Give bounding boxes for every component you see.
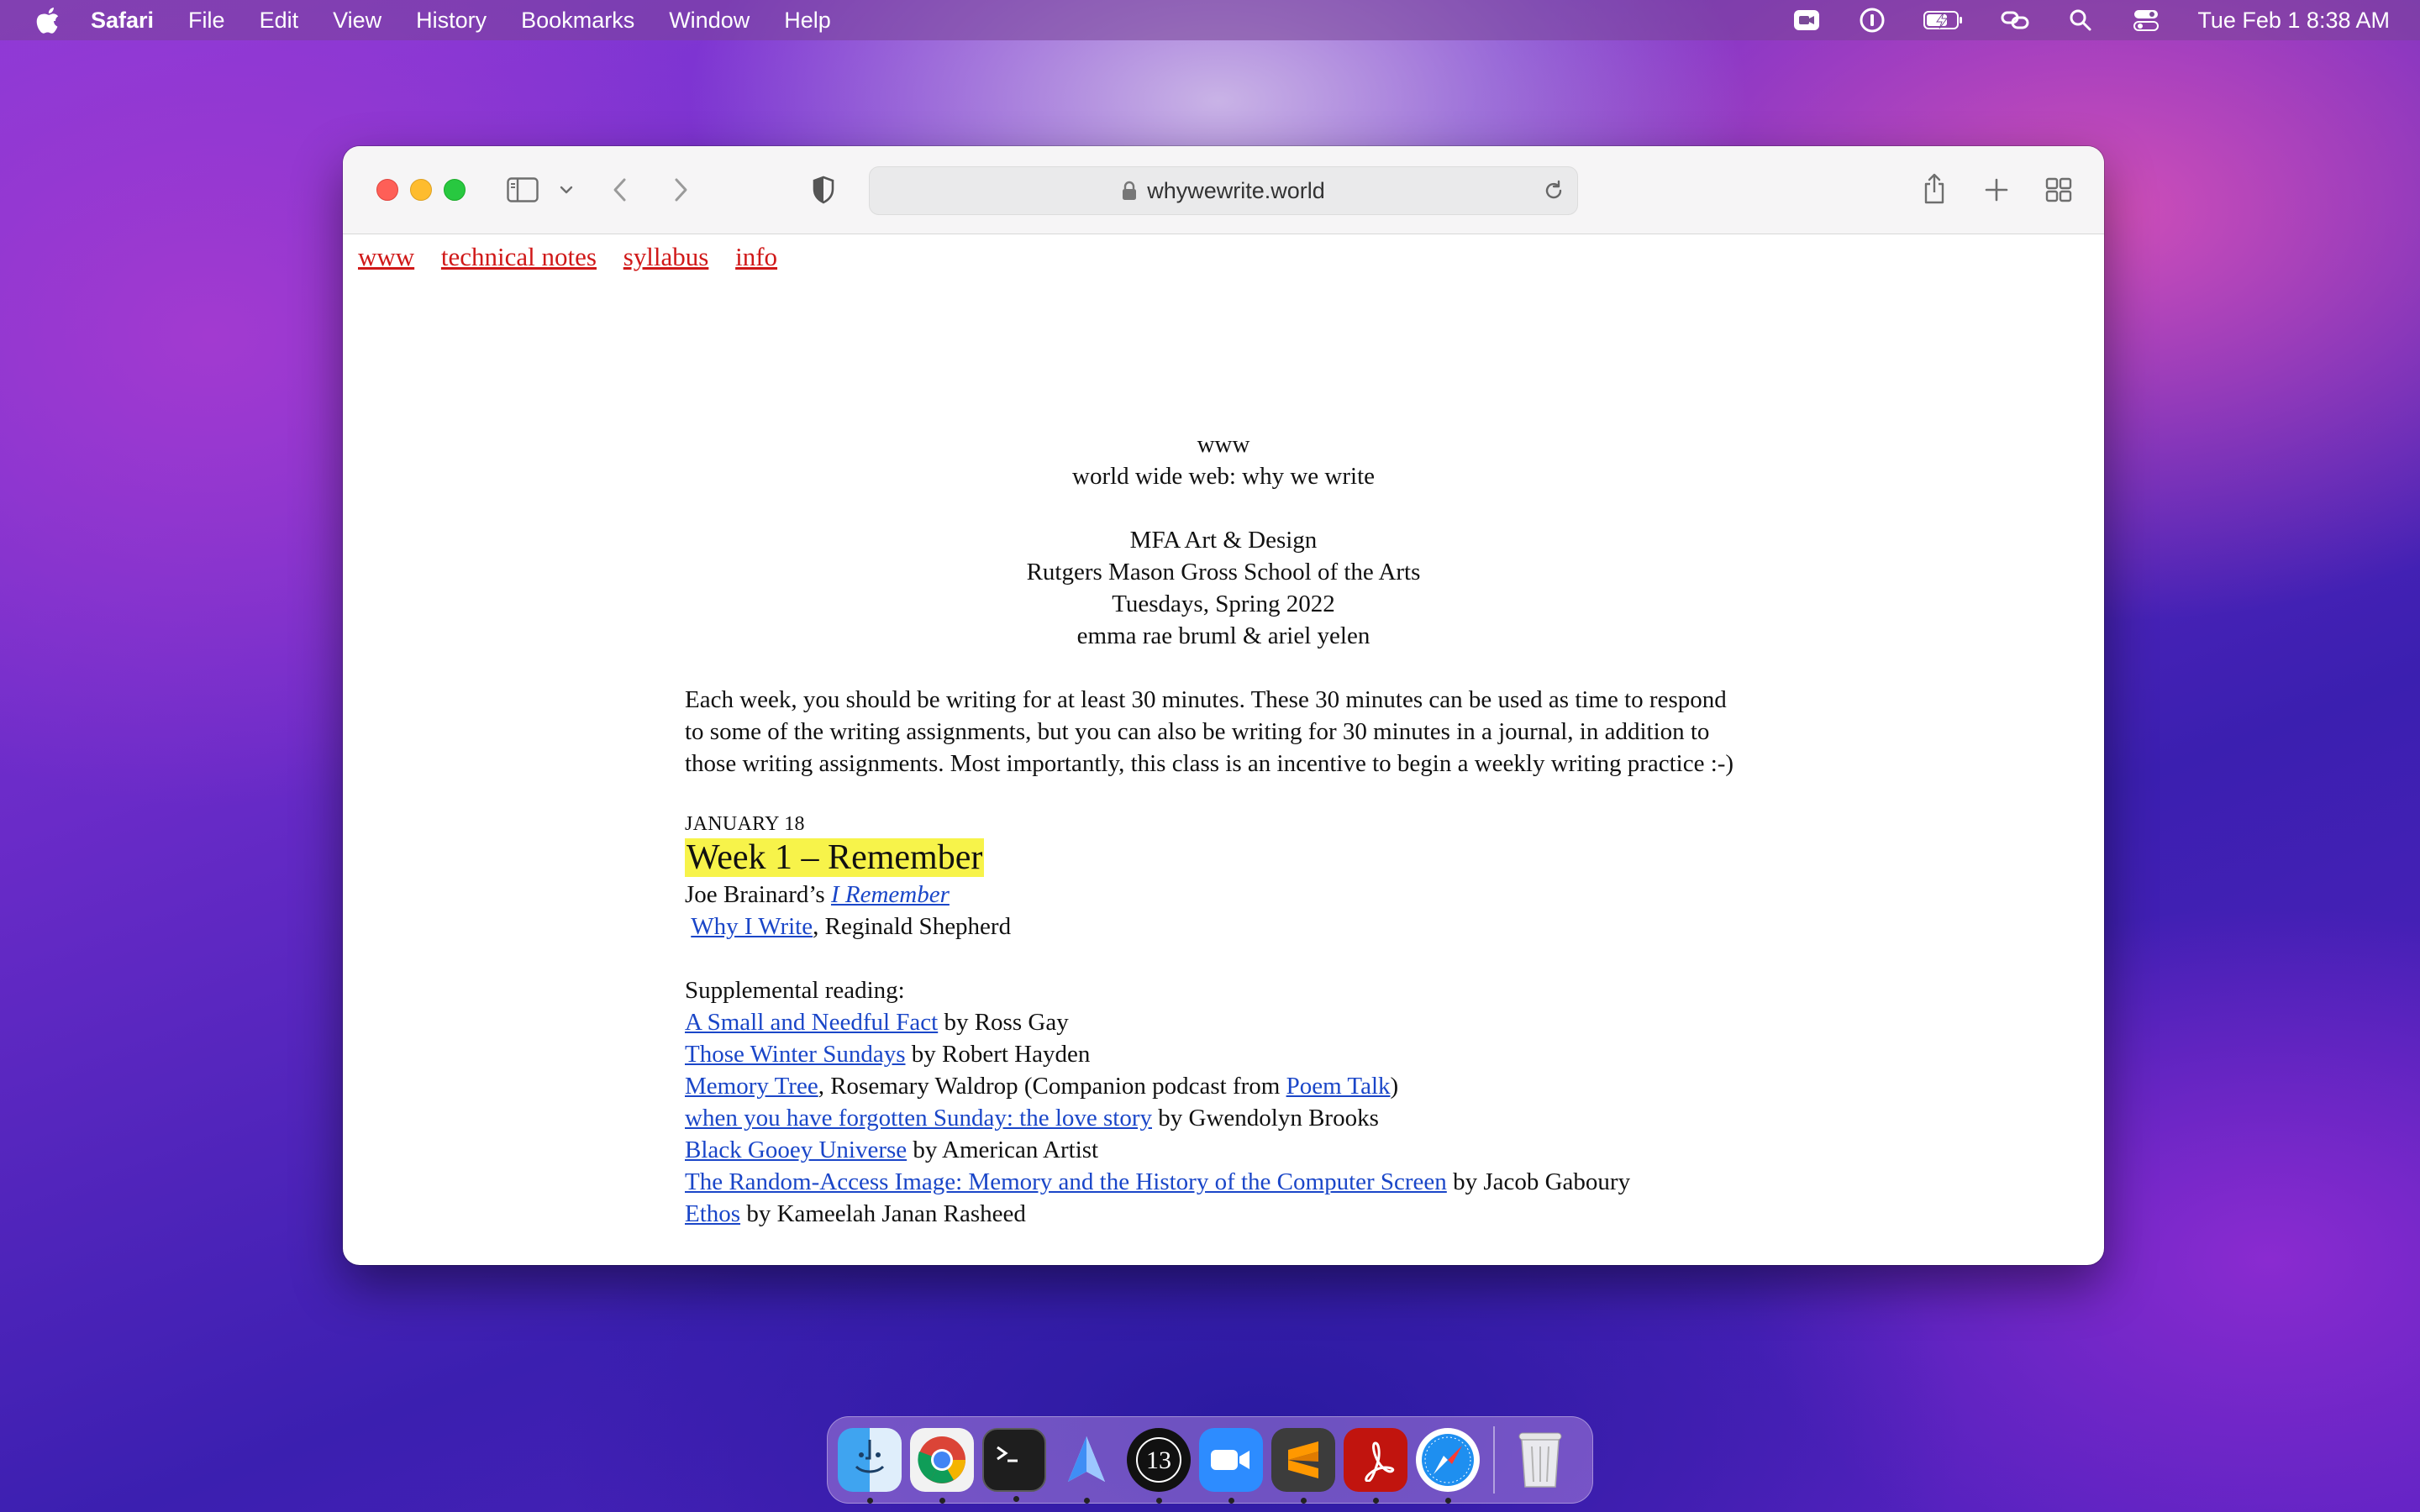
reading-item: Joe Brainard’s I Remember: [685, 879, 1744, 911]
supplemental-item: Ethos by Kameelah Janan Rasheed: [685, 1198, 1744, 1230]
browser-toolbar: whywewrite.world: [343, 146, 2104, 234]
web-page-content: www technical notes syllabus info www wo…: [343, 234, 2104, 1265]
new-tab-icon[interactable]: [1981, 175, 2012, 205]
menu-file[interactable]: File: [188, 8, 225, 34]
supplemental-link[interactable]: Black Gooey Universe: [685, 1137, 907, 1163]
supplemental-item: The Random-Access Image: Memory and the …: [685, 1166, 1744, 1198]
link-icon[interactable]: [2001, 8, 2029, 33]
supplemental-item: when you have forgotten Sunday: the love…: [685, 1102, 1744, 1134]
podcast-link[interactable]: Poem Talk: [1286, 1073, 1391, 1100]
forward-button[interactable]: [669, 175, 692, 205]
link-i-remember[interactable]: I Remember: [831, 881, 950, 908]
dock: 13: [827, 1416, 1593, 1504]
svg-text:13: 13: [1146, 1446, 1171, 1474]
supplemental-link[interactable]: Memory Tree: [685, 1073, 818, 1100]
terminal-icon[interactable]: [982, 1428, 1046, 1502]
menu-history[interactable]: History: [416, 8, 487, 34]
site-title: www: [1197, 431, 1250, 458]
schedule: Tuesdays, Spring 2022: [1112, 591, 1335, 617]
reading-prefix: Joe Brainard’s: [685, 881, 831, 908]
minimize-window-button[interactable]: [410, 179, 432, 201]
supplemental-author: by Jacob Gaboury: [1446, 1168, 1631, 1195]
chrome-icon[interactable]: [910, 1428, 974, 1504]
control-center-icon[interactable]: [2132, 8, 2160, 33]
menu-bookmarks[interactable]: Bookmarks: [521, 8, 634, 34]
close-window-button[interactable]: [376, 179, 398, 201]
nav-link-technical-notes[interactable]: technical notes: [441, 242, 597, 271]
supplemental-link[interactable]: Those Winter Sundays: [685, 1041, 906, 1068]
nav-link-syllabus[interactable]: syllabus: [623, 242, 709, 271]
zoom-icon[interactable]: [1199, 1428, 1263, 1504]
menu-clock[interactable]: Tue Feb 1 8:38 AM: [2197, 8, 2390, 34]
supplemental-link[interactable]: when you have forgotten Sunday: the love…: [685, 1105, 1152, 1131]
back-button[interactable]: [608, 175, 632, 205]
acrobat-icon[interactable]: [1344, 1428, 1407, 1504]
supplemental-author: by American Artist: [907, 1137, 1099, 1163]
reading-suffix: , Reginald Shepherd: [813, 913, 1012, 940]
reading-item: Why I Write, Reginald Shepherd: [685, 911, 1744, 942]
finder-icon[interactable]: [838, 1428, 902, 1504]
safari-window: whywewrite.world www technical notes syl…: [343, 146, 2104, 1265]
closing-paren: ): [1390, 1073, 1399, 1100]
supplemental-item: Those Winter Sundays by Robert Hayden: [685, 1038, 1744, 1070]
facetime-video-icon[interactable]: [1792, 8, 1821, 33]
sidebar-toggle-icon[interactable]: [506, 175, 539, 205]
site-nav: www technical notes syllabus info: [358, 242, 797, 272]
nav-link-www[interactable]: www: [358, 242, 414, 271]
course-header: www world wide web: why we write MFA Art…: [343, 428, 2104, 652]
school-name: Rutgers Mason Gross School of the Arts: [1026, 559, 1421, 585]
menu-app-name[interactable]: Safari: [91, 8, 154, 34]
week-title: Week 1 – Remember: [685, 838, 985, 877]
dock-separator: [1493, 1426, 1495, 1494]
url-text: whywewrite.world: [1147, 177, 1325, 203]
syllabus-content: Each week, you should be writing for at …: [685, 684, 1744, 1230]
spotlight-search-icon[interactable]: [2066, 8, 2095, 33]
battery-charging-icon[interactable]: [1923, 8, 1964, 33]
tab-overview-icon[interactable]: [2044, 175, 2074, 205]
zoom-window-button[interactable]: [444, 179, 466, 201]
reload-icon[interactable]: [1540, 177, 1567, 204]
menu-help[interactable]: Help: [784, 8, 831, 34]
week-heading: Week 1 – Remember: [685, 837, 1744, 879]
thirteen-icon[interactable]: 13: [1127, 1428, 1191, 1504]
supplemental-author: by Kameelah Janan Rasheed: [740, 1200, 1026, 1227]
supplemental-item: Black Gooey Universe by American Artist: [685, 1134, 1744, 1166]
supplemental-author: by Ross Gay: [938, 1009, 1069, 1036]
link-why-i-write[interactable]: Why I Write: [691, 913, 813, 940]
trash-icon[interactable]: [1508, 1428, 1572, 1492]
week-date: JANUARY 18: [685, 813, 805, 835]
apple-menu-icon[interactable]: [34, 6, 62, 34]
supplemental-link[interactable]: Ethos: [685, 1200, 740, 1227]
chevron-down-icon[interactable]: [556, 180, 576, 200]
address-bar[interactable]: whywewrite.world: [869, 166, 1578, 215]
supplemental-author: by Robert Hayden: [905, 1041, 1091, 1068]
sublime-text-icon[interactable]: [1271, 1428, 1335, 1504]
supplemental-item: A Small and Needful Fact by Ross Gay: [685, 1006, 1744, 1038]
menu-bar: Safari File Edit View History Bookmarks …: [0, 0, 2420, 40]
instructors: emma rae bruml & ariel yelen: [1076, 622, 1370, 649]
safari-icon[interactable]: [1416, 1428, 1480, 1504]
privacy-shield-icon[interactable]: [810, 175, 837, 205]
intro-paragraph: Each week, you should be writing for at …: [685, 686, 1734, 777]
share-icon[interactable]: [1919, 171, 1949, 205]
lock-icon: [1122, 181, 1137, 201]
menu-edit[interactable]: Edit: [260, 8, 299, 34]
onepassword-icon[interactable]: [1858, 8, 1886, 33]
course-title: world wide web: why we write: [1072, 463, 1375, 490]
supplemental-author: by Gwendolyn Brooks: [1152, 1105, 1379, 1131]
supplemental-label: Supplemental reading:: [685, 977, 905, 1004]
program-name: MFA Art & Design: [1129, 527, 1318, 554]
supplemental-author: , Rosemary Waldrop (Companion podcast fr…: [818, 1073, 1286, 1100]
menu-window[interactable]: Window: [669, 8, 750, 34]
nav-link-info[interactable]: info: [735, 242, 777, 271]
spark-icon[interactable]: [1055, 1428, 1118, 1504]
supplemental-link[interactable]: The Random-Access Image: Memory and the …: [685, 1168, 1447, 1195]
supplemental-link[interactable]: A Small and Needful Fact: [685, 1009, 938, 1036]
supplemental-item: Memory Tree, Rosemary Waldrop (Companion…: [685, 1070, 1744, 1102]
menu-view[interactable]: View: [333, 8, 381, 34]
